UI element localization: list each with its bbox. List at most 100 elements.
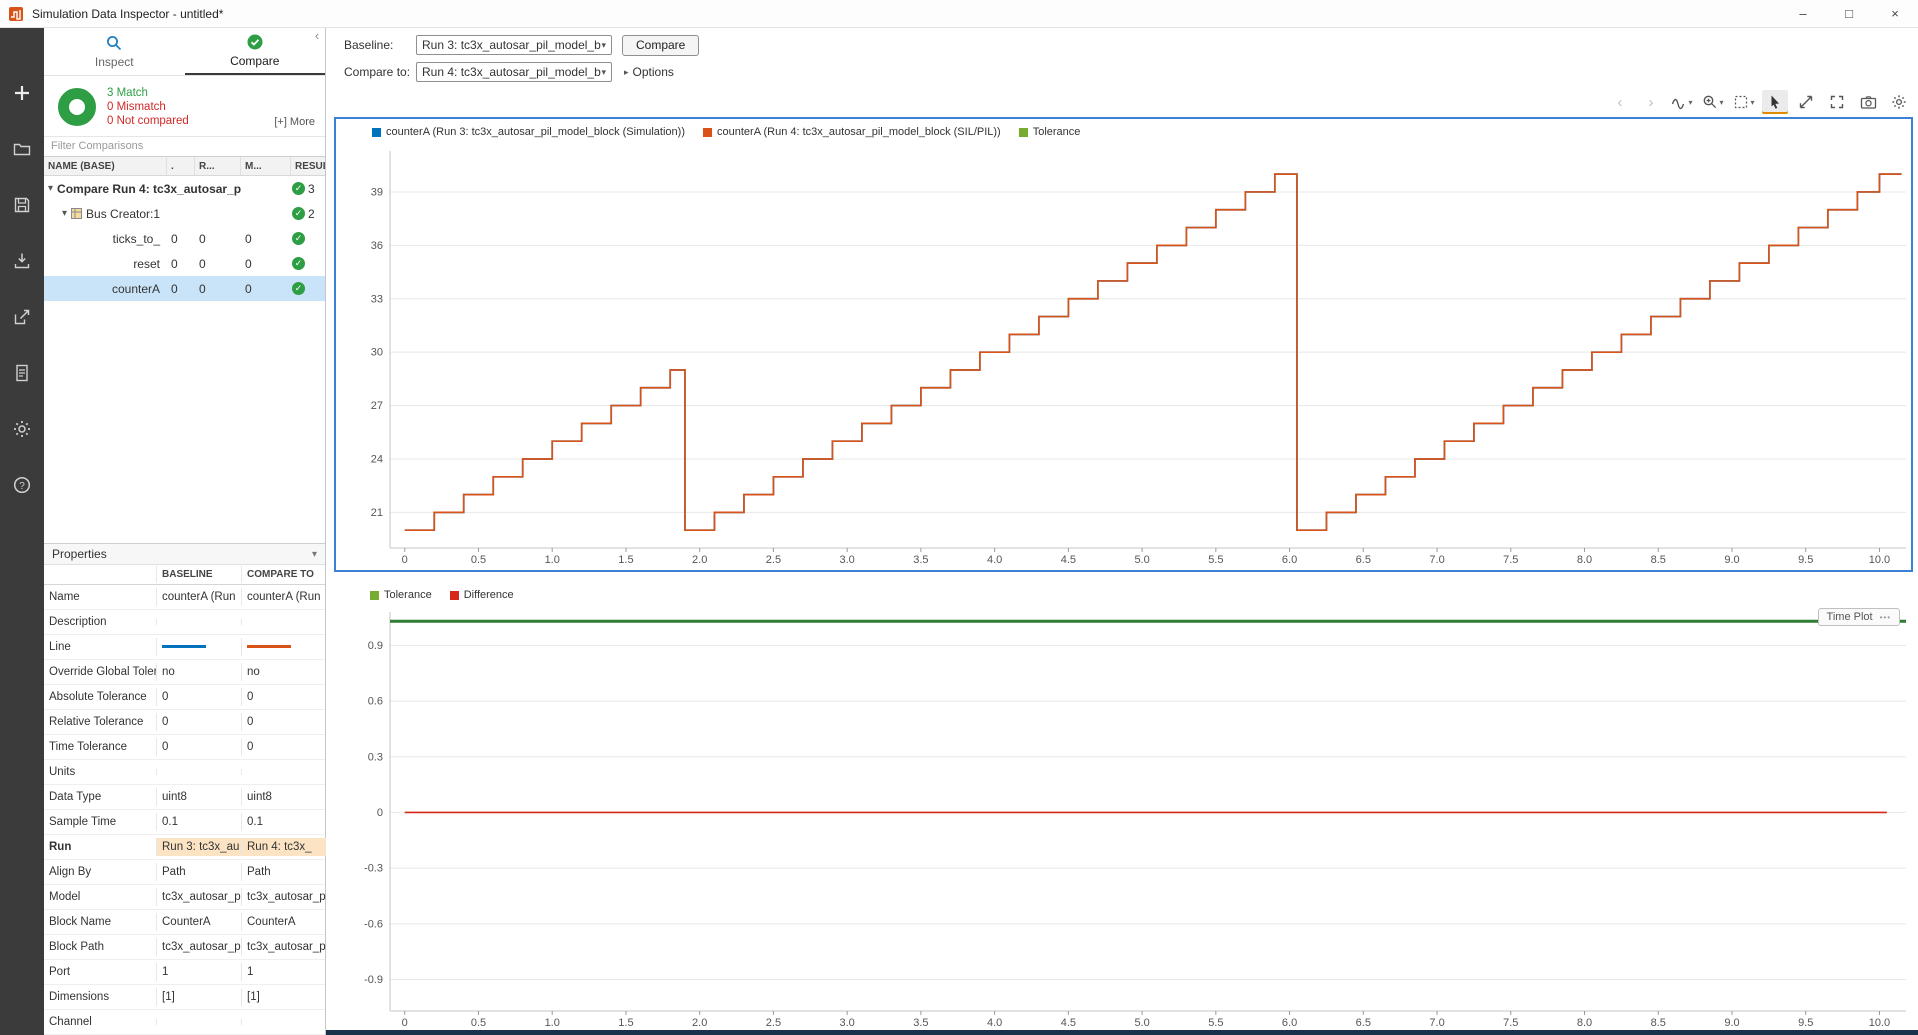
property-label: Time Tolerance [44, 738, 156, 756]
preferences-button[interactable] [9, 416, 35, 442]
filter-input[interactable]: Filter Comparisons [44, 136, 325, 157]
property-row-model[interactable]: Modeltc3x_autosar_ptc3x_autosar_p [44, 885, 325, 910]
export-icon [12, 307, 32, 327]
options-label: Options [633, 65, 674, 79]
svg-text:4.0: 4.0 [987, 1017, 1002, 1029]
svg-text:0: 0 [402, 554, 408, 566]
chevron-down-icon[interactable]: ▾ [312, 549, 317, 560]
property-row-description[interactable]: Description [44, 610, 325, 635]
comparison-row-ticks-to[interactable]: ticks_to_000✓ [44, 226, 325, 251]
legend-item: Tolerance [370, 589, 432, 601]
svg-text:5.5: 5.5 [1208, 554, 1223, 566]
compare-button[interactable]: Compare [622, 35, 699, 56]
property-row-line[interactable]: Line [44, 635, 325, 660]
pointer-tool-button[interactable] [1762, 90, 1788, 114]
baseline-dropdown[interactable]: Run 3: tc3x_autosar_pil_model_b ▾ [416, 35, 612, 55]
property-row-align-by[interactable]: Align ByPathPath [44, 860, 325, 885]
plot-settings-button[interactable] [1886, 90, 1912, 114]
maximize-button[interactable]: □ [1826, 0, 1872, 27]
collapse-panel-button[interactable]: ‹ [310, 28, 324, 44]
property-row-sample-time[interactable]: Sample Time0.10.1 [44, 810, 325, 835]
tab-compare[interactable]: Compare [185, 28, 326, 75]
import-button[interactable] [9, 248, 35, 274]
property-row-port[interactable]: Port11 [44, 960, 325, 985]
left-toolbar: ? [0, 28, 44, 1035]
match-check-icon: ✓ [292, 207, 305, 220]
mode-tabs: Inspect Compare [44, 28, 325, 76]
property-row-name[interactable]: NamecounterA (RuncounterA (Run [44, 585, 325, 610]
property-row-override-global-tolerance[interactable]: Override Global Tolerancenono [44, 660, 325, 685]
properties-header[interactable]: Properties ▾ [44, 543, 325, 565]
property-row-units[interactable]: Units [44, 760, 325, 785]
legend-swatch [372, 128, 381, 137]
svg-text:5.0: 5.0 [1134, 1017, 1149, 1029]
time-plot-label: Time Plot [1827, 611, 1873, 623]
expand-caret-icon[interactable]: ▾ [48, 183, 53, 194]
help-button[interactable]: ? [9, 472, 35, 498]
upper-plot-canvas[interactable]: 2124273033363900.51.01.52.02.53.03.54.04… [336, 145, 1910, 570]
property-row-absolute-tolerance[interactable]: Absolute Tolerance00 [44, 685, 325, 710]
tab-inspect[interactable]: Inspect [44, 28, 185, 75]
comparison-table: ▾Compare Run 4: tc3x_autosar_p✓3▾Bus Cre… [44, 176, 325, 301]
property-row-time-tolerance[interactable]: Time Tolerance00 [44, 735, 325, 760]
match-check-icon: ✓ [292, 257, 305, 270]
fit-to-view-button[interactable] [1793, 90, 1819, 114]
comparison-row-reset[interactable]: reset000✓ [44, 251, 325, 276]
svg-text:7.0: 7.0 [1429, 554, 1444, 566]
row-value-2: 0 [194, 282, 240, 296]
snapshot-button[interactable] [1855, 90, 1881, 114]
expand-caret-icon[interactable]: ▾ [62, 208, 67, 219]
property-compare [241, 1019, 326, 1025]
report-button[interactable] [9, 360, 35, 386]
compare-to-dropdown[interactable]: Run 4: tc3x_autosar_pil_model_b ▾ [416, 62, 612, 82]
save-button[interactable] [9, 192, 35, 218]
left-panel: ‹ Inspect Compare 3 Match 0 Mismatch 0 N… [44, 28, 326, 1035]
nav-back-button[interactable]: ‹ [1607, 90, 1633, 114]
svg-text:8.0: 8.0 [1577, 1017, 1592, 1029]
nav-forward-button[interactable]: › [1638, 90, 1664, 114]
property-row-block-name[interactable]: Block NameCounterACounterA [44, 910, 325, 935]
property-row-block-path[interactable]: Block Pathtc3x_autosar_ptc3x_autosar_p [44, 935, 325, 960]
property-row-relative-tolerance[interactable]: Relative Tolerance00 [44, 710, 325, 735]
new-run-button[interactable] [9, 80, 35, 106]
options-toggle[interactable]: ▸ Options [624, 65, 674, 79]
fullscreen-button[interactable] [1824, 90, 1850, 114]
legend-label: Tolerance [384, 589, 432, 601]
comparison-row-countera[interactable]: counterA000✓ [44, 276, 325, 301]
minimize-button[interactable]: – [1780, 0, 1826, 27]
svg-text:36: 36 [371, 240, 383, 252]
comparison-row-compare-run-4-tc3x-autosar-p[interactable]: ▾Compare Run 4: tc3x_autosar_p✓3 [44, 176, 325, 201]
property-row-run[interactable]: RunRun 3: tc3x_auRun 4: tc3x_ [44, 835, 325, 860]
property-compare: CounterA [241, 913, 326, 931]
question-icon: ? [12, 475, 32, 495]
property-baseline [156, 769, 241, 775]
line-style-button[interactable]: ▾ [1669, 90, 1695, 114]
comparison-row-bus-creator-1[interactable]: ▾Bus Creator:1✓2 [44, 201, 325, 226]
zoom-region-button[interactable]: ▾ [1731, 90, 1757, 114]
svg-text:-0.6: -0.6 [364, 918, 383, 930]
time-plot-menu[interactable]: Time Plot ••• [1818, 608, 1900, 626]
property-row-dimensions[interactable]: Dimensions[1][1] [44, 985, 325, 1010]
svg-text:39: 39 [371, 186, 383, 198]
close-button[interactable]: × [1872, 0, 1918, 27]
legend-label: counterA (Run 3: tc3x_autosar_pil_model_… [386, 126, 685, 138]
property-compare: uint8 [241, 788, 326, 806]
property-compare: 0 [241, 713, 326, 731]
lower-plot-canvas[interactable]: -0.9-0.6-0.300.30.60.900.51.01.52.02.53.… [336, 606, 1910, 1033]
caret-down-icon: ▾ [1719, 98, 1723, 107]
property-compare [241, 769, 326, 775]
header-name: NAME (BASE) [44, 157, 166, 175]
open-button[interactable] [9, 136, 35, 162]
property-row-channel[interactable]: Channel [44, 1010, 325, 1035]
zoom-button[interactable]: ▾ [1700, 90, 1726, 114]
match-count: 3 Match [107, 87, 189, 99]
prop-header-compareto: COMPARE TO [241, 566, 326, 583]
property-row-data-type[interactable]: Data Typeuint8uint8 [44, 785, 325, 810]
lower-subplot[interactable]: ToleranceDifference -0.9-0.6-0.300.30.60… [326, 584, 1918, 1035]
svg-text:0: 0 [377, 807, 383, 819]
export-button[interactable] [9, 304, 35, 330]
upper-subplot[interactable]: counterA (Run 3: tc3x_autosar_pil_model_… [334, 117, 1913, 572]
property-baseline: 1 [156, 963, 241, 981]
header-col1: . [166, 157, 194, 175]
more-link[interactable]: [+] More [274, 116, 315, 128]
